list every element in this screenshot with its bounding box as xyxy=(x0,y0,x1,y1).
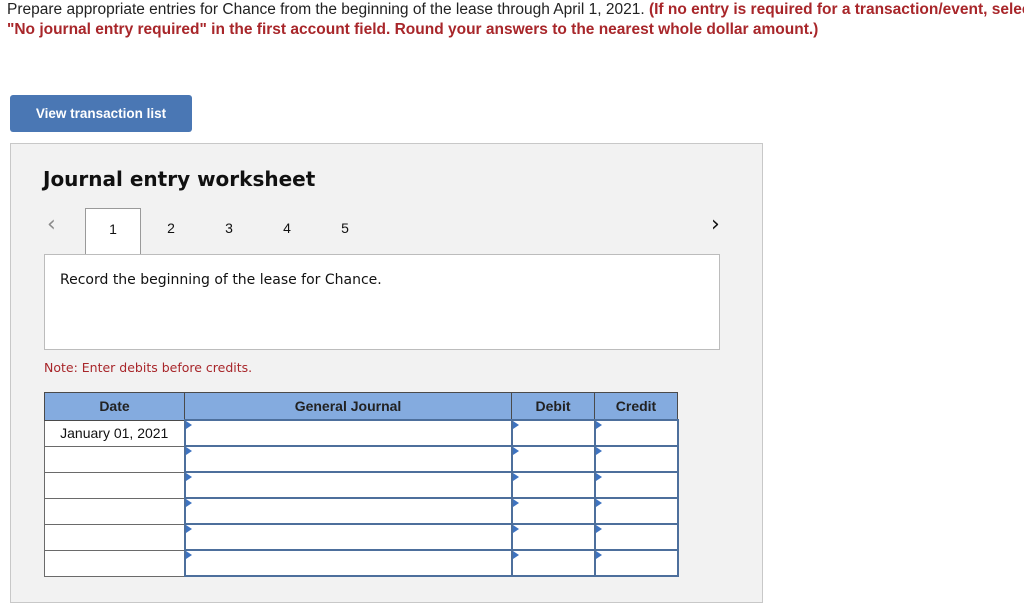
tab-3[interactable]: 3 xyxy=(201,208,257,254)
credit-field-cell xyxy=(593,471,679,499)
credit-field-cell xyxy=(593,445,679,473)
field-marker-icon xyxy=(595,421,602,429)
field-marker-icon xyxy=(512,499,519,507)
field-marker-icon xyxy=(595,499,602,507)
field-marker-icon xyxy=(595,525,602,533)
field-marker-icon xyxy=(512,473,519,481)
credit-field[interactable] xyxy=(595,421,677,445)
debit-field-cell xyxy=(510,549,596,577)
table-row xyxy=(44,497,679,525)
header-credit: Credit xyxy=(594,392,678,421)
account-field[interactable] xyxy=(185,447,511,471)
date-cell xyxy=(44,471,185,499)
table-row xyxy=(44,471,679,499)
tab-4[interactable]: 4 xyxy=(259,208,315,254)
field-marker-icon xyxy=(512,421,519,429)
account-field-cell xyxy=(183,445,513,473)
field-marker-icon xyxy=(512,525,519,533)
account-field-cell xyxy=(183,497,513,525)
instructions-normal: Prepare appropriate entries for Chance f… xyxy=(7,1,649,18)
credit-field[interactable] xyxy=(595,525,677,549)
transaction-description-box: Record the beginning of the lease for Ch… xyxy=(44,254,720,350)
debit-field[interactable] xyxy=(512,525,594,549)
account-field[interactable] xyxy=(185,525,511,549)
instructions-text: Prepare appropriate entries for Chance f… xyxy=(7,0,1024,40)
tab-5[interactable]: 5 xyxy=(317,208,373,254)
field-marker-icon xyxy=(512,447,519,455)
header-date: Date xyxy=(44,392,185,421)
table-row xyxy=(44,523,679,551)
transaction-description: Record the beginning of the lease for Ch… xyxy=(60,272,382,288)
debit-field[interactable] xyxy=(512,473,594,497)
date-cell xyxy=(44,549,185,577)
header-general-journal: General Journal xyxy=(184,392,512,421)
account-field[interactable] xyxy=(185,499,511,523)
field-marker-icon xyxy=(595,447,602,455)
account-field[interactable] xyxy=(185,473,511,497)
worksheet-title: Journal entry worksheet xyxy=(43,167,316,191)
credit-field-cell xyxy=(593,497,679,525)
field-marker-icon xyxy=(185,473,192,481)
date-cell xyxy=(44,523,185,551)
journal-table: Date General Journal Debit Credit Januar… xyxy=(44,392,679,577)
credit-field[interactable] xyxy=(595,499,677,523)
account-field-cell xyxy=(183,549,513,577)
credit-field[interactable] xyxy=(595,473,677,497)
date-cell xyxy=(44,497,185,525)
debit-field[interactable] xyxy=(512,499,594,523)
debit-field[interactable] xyxy=(512,421,594,445)
debit-field-cell xyxy=(510,419,596,447)
credit-field[interactable] xyxy=(595,447,677,471)
tab-1[interactable]: 1 xyxy=(85,208,141,254)
account-field-cell xyxy=(183,419,513,447)
table-row xyxy=(44,445,679,473)
debit-field-cell xyxy=(510,497,596,525)
chevron-right-icon[interactable]: › xyxy=(711,212,720,237)
field-marker-icon xyxy=(185,525,192,533)
chevron-left-icon[interactable]: ‹ xyxy=(47,212,56,237)
field-marker-icon xyxy=(595,551,602,559)
field-marker-icon xyxy=(185,447,192,455)
debit-field-cell xyxy=(510,471,596,499)
date-cell: January 01, 2021 xyxy=(44,419,185,447)
journal-entry-worksheet-panel: Journal entry worksheet ‹ 1 2 3 4 5 › Re… xyxy=(10,143,763,603)
account-field[interactable] xyxy=(185,421,511,445)
debit-field[interactable] xyxy=(512,551,594,575)
credit-field-cell xyxy=(593,549,679,577)
credit-field[interactable] xyxy=(595,551,677,575)
table-header-row: Date General Journal Debit Credit xyxy=(44,392,678,421)
table-row: January 01, 2021 xyxy=(44,419,679,447)
header-debit: Debit xyxy=(511,392,595,421)
debit-field-cell xyxy=(510,523,596,551)
field-marker-icon xyxy=(185,499,192,507)
credit-field-cell xyxy=(593,419,679,447)
field-marker-icon xyxy=(185,421,192,429)
view-transaction-list-button[interactable]: View transaction list xyxy=(10,95,192,132)
debit-credit-note: Note: Enter debits before credits. xyxy=(44,360,253,375)
debit-field[interactable] xyxy=(512,447,594,471)
account-field[interactable] xyxy=(185,551,511,575)
date-cell xyxy=(44,445,185,473)
field-marker-icon xyxy=(512,551,519,559)
credit-field-cell xyxy=(593,523,679,551)
debit-field-cell xyxy=(510,445,596,473)
tab-2[interactable]: 2 xyxy=(143,208,199,254)
field-marker-icon xyxy=(595,473,602,481)
account-field-cell xyxy=(183,523,513,551)
account-field-cell xyxy=(183,471,513,499)
field-marker-icon xyxy=(185,551,192,559)
table-row xyxy=(44,549,679,577)
